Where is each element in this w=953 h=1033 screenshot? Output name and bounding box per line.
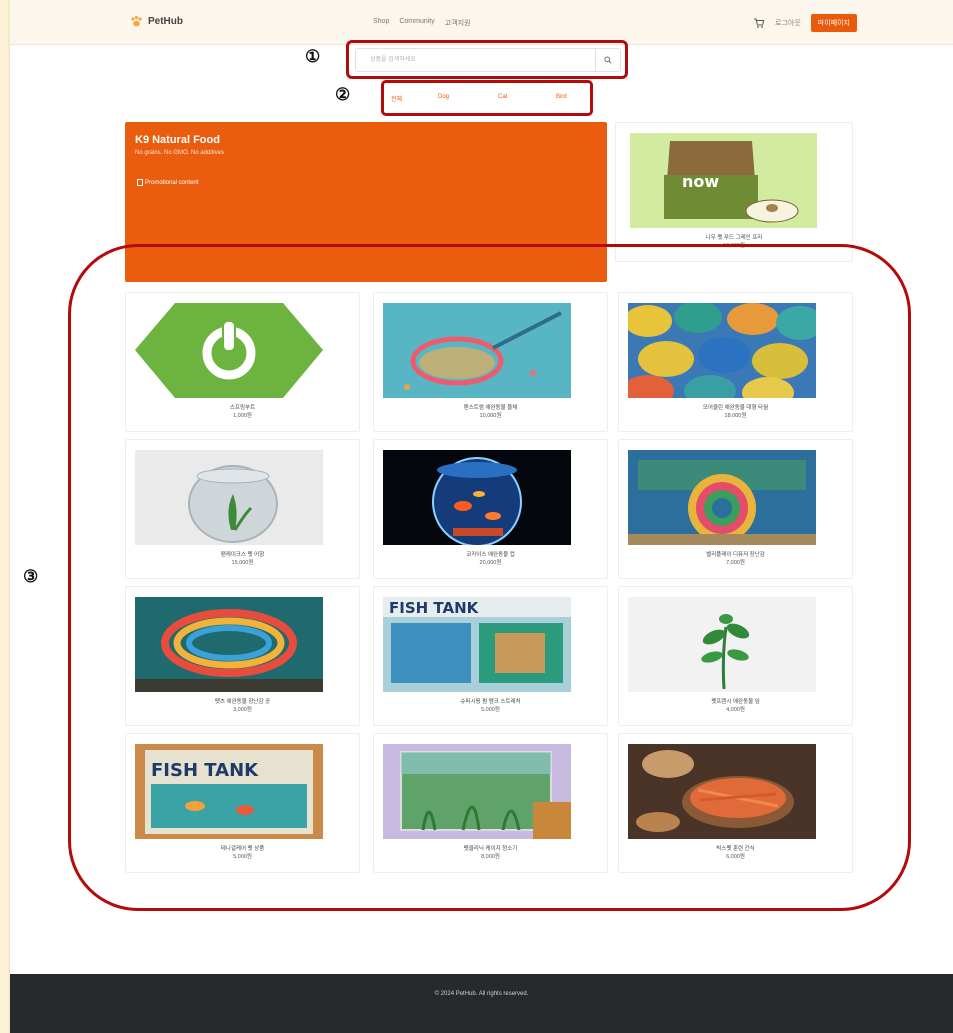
site-footer: © 2024 PetHub. All rights reserved.: [10, 974, 953, 1033]
nav-item-community[interactable]: Community: [399, 18, 434, 28]
annotation-label-3: ③: [23, 567, 39, 587]
logout-link[interactable]: 로그아웃: [775, 18, 801, 28]
banner-image-alt: Promotional content: [145, 179, 199, 186]
annotation-box-filters: [381, 80, 593, 116]
product-name: 나우 펫 푸드 그레인 프리: [705, 235, 763, 241]
nav-item-shop[interactable]: Shop: [373, 18, 389, 28]
cart-icon[interactable]: [753, 17, 765, 29]
paw-logo-icon: [131, 16, 142, 27]
site-header: PetHub Shop Community 고객지원 로그아웃 마이페이지: [10, 0, 953, 45]
main-nav: Shop Community 고객지원: [373, 18, 471, 28]
logo-text: PetHub: [148, 16, 183, 27]
nav-item-support[interactable]: 고객지원: [445, 18, 471, 28]
annotation-label-2: ②: [335, 85, 351, 105]
broken-image-icon: [137, 179, 143, 186]
product-card-featured[interactable]: now 나우 펫 푸드 그레인 프리 18,000원: [615, 122, 853, 262]
annotation-label-1: ①: [305, 47, 321, 67]
banner-title: K9 Natural Food: [135, 134, 220, 146]
footer-copyright: © 2024 PetHub. All rights reserved.: [434, 991, 529, 997]
banner-subtitle: No grains. No GMO. No additives: [135, 150, 225, 156]
logo[interactable]: PetHub: [130, 15, 183, 28]
annotation-box-search: [346, 40, 628, 79]
product-image: now: [630, 133, 817, 228]
svg-text:now: now: [682, 172, 719, 191]
banner-broken-image: Promotional content: [137, 179, 198, 186]
header-actions: 로그아웃 마이페이지: [753, 14, 857, 32]
mypage-button[interactable]: 마이페이지: [810, 14, 857, 32]
annotation-box-products: [68, 244, 911, 911]
